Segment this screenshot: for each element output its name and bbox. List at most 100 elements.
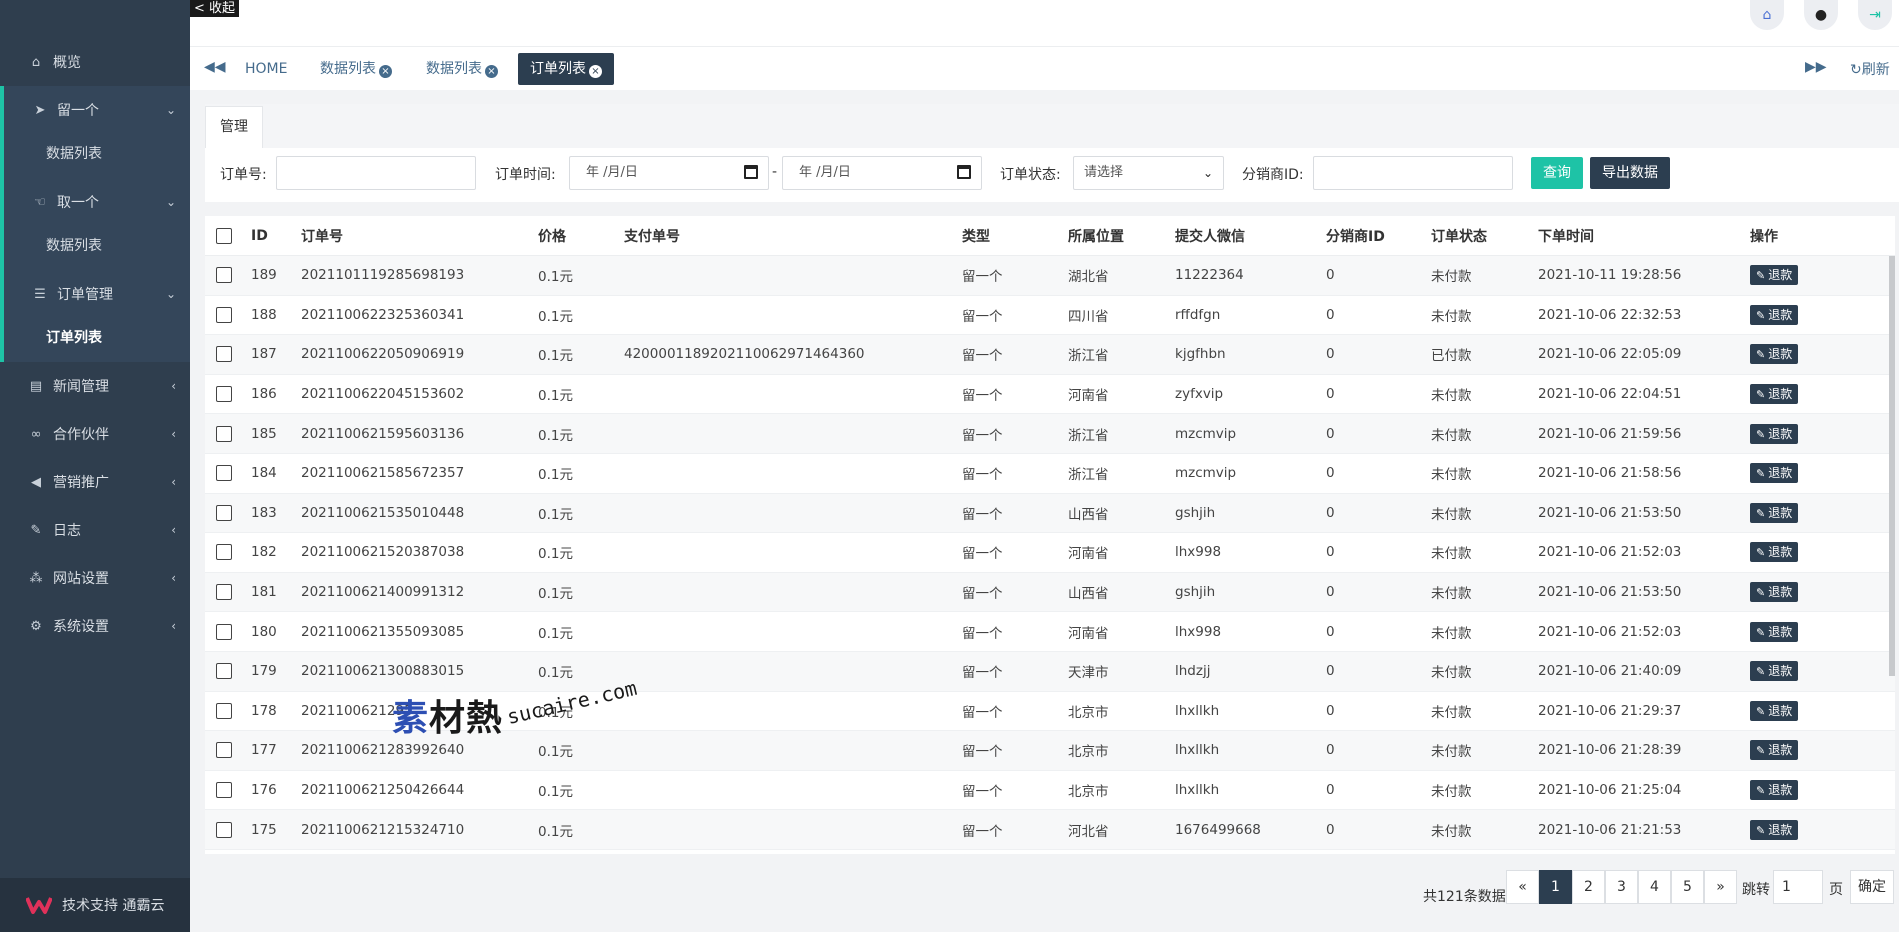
close-icon[interactable]: ×	[589, 65, 602, 78]
page-prev-button[interactable]: «	[1506, 870, 1539, 904]
refund-button[interactable]: ✎ 退款	[1750, 582, 1799, 603]
row-checkbox[interactable]	[216, 494, 232, 533]
col-pay-no[interactable]: 支付单号	[624, 216, 680, 255]
order-time-end-input[interactable]: 年 /月/日	[782, 156, 982, 190]
refund-button[interactable]: ✎ 退款	[1750, 344, 1799, 365]
sidebar-item-qu[interactable]: ☜ 取一个 ⌄	[0, 180, 190, 224]
sidebar-item-site-settings[interactable]: ⁂ 网站设置 ‹	[0, 556, 190, 600]
tabs-scroll-left-icon[interactable]: ◀◀	[204, 59, 226, 75]
sidebar-item-logs[interactable]: ✎ 日志 ‹	[0, 508, 190, 552]
export-data-button[interactable]: 导出数据	[1590, 157, 1670, 189]
distributor-id-input[interactable]	[1313, 156, 1513, 190]
col-id[interactable]: ID	[251, 216, 268, 255]
row-checkbox[interactable]	[216, 375, 232, 414]
refund-button[interactable]: ✎ 退款	[1750, 780, 1799, 801]
refund-button[interactable]: ✎ 退款	[1750, 700, 1799, 721]
vertical-scrollbar[interactable]	[1889, 256, 1895, 676]
page-unit-label: 页	[1829, 882, 1843, 898]
sidebar-item-news[interactable]: ▤ 新闻管理 ‹	[0, 364, 190, 408]
tab-home[interactable]: HOME	[233, 53, 299, 85]
row-checkbox[interactable]	[216, 454, 232, 493]
sidebar-sub-order-list[interactable]: 订单列表	[46, 327, 102, 347]
cell-order-no: 2021100621595603136	[301, 425, 465, 442]
order-status-select[interactable]: 请选择 ⌄	[1073, 156, 1224, 190]
row-checkbox[interactable]	[216, 771, 232, 810]
sidebar-item-partners[interactable]: ∞ 合作伙伴 ‹	[0, 412, 190, 456]
order-time-start-input[interactable]: 年 /月/日	[569, 156, 769, 190]
row-checkbox[interactable]	[216, 533, 232, 572]
row-checkbox[interactable]	[216, 810, 232, 849]
cell-id: 176	[251, 782, 277, 799]
close-icon[interactable]: ×	[379, 65, 392, 78]
tab-management[interactable]: 管理	[205, 106, 263, 148]
page-5-button[interactable]: 5	[1671, 870, 1704, 904]
row-checkbox[interactable]	[216, 612, 232, 651]
cell-type: 留一个	[962, 467, 1003, 484]
page-1-button[interactable]: 1	[1539, 870, 1572, 904]
refund-button[interactable]: ✎ 退款	[1750, 819, 1799, 840]
refund-button[interactable]: ✎ 退款	[1750, 384, 1799, 405]
page-next-button[interactable]: »	[1704, 870, 1737, 904]
row-checkbox[interactable]	[216, 296, 232, 335]
cell-order-no: 2021100621355093085	[301, 623, 465, 640]
collapse-sidebar-button[interactable]: < 收起	[190, 0, 240, 17]
calendar-icon[interactable]	[744, 165, 758, 179]
row-checkbox[interactable]	[216, 731, 232, 770]
edit-icon: ✎	[1756, 784, 1766, 798]
tabs-scroll-right-icon[interactable]: ▶▶	[1805, 59, 1827, 75]
cell-distributor: 0	[1326, 702, 1335, 719]
refund-button[interactable]: ✎ 退款	[1750, 542, 1799, 563]
jump-confirm-button[interactable]: 确定	[1850, 870, 1894, 904]
sidebar-item-system-settings[interactable]: ⚙ 系统设置 ‹	[0, 604, 190, 648]
col-type[interactable]: 类型	[962, 216, 990, 255]
sidebar-sub-liu-list[interactable]: 数据列表	[46, 143, 102, 163]
row-checkbox[interactable]	[216, 256, 232, 295]
row-checkbox[interactable]	[216, 335, 232, 374]
sidebar-item-orders[interactable]: ☰ 订单管理 ⌄	[0, 272, 190, 316]
row-checkbox[interactable]	[216, 692, 232, 731]
refresh-button[interactable]: ↻刷新	[1850, 59, 1890, 79]
sidebar-item-overview[interactable]: ⌂ 概览	[0, 40, 190, 84]
top-header	[190, 0, 1899, 46]
cell-type: 留一个	[962, 348, 1003, 365]
col-location[interactable]: 所属位置	[1068, 216, 1124, 255]
query-button[interactable]: 查询	[1531, 157, 1583, 189]
cell-status: 未付款	[1431, 308, 1472, 325]
refund-button[interactable]: ✎ 退款	[1750, 740, 1799, 761]
col-wechat[interactable]: 提交人微信	[1175, 216, 1245, 255]
close-icon[interactable]: ×	[485, 65, 498, 78]
cell-id: 175	[251, 821, 277, 838]
tab-data-list-1[interactable]: 数据列表 ×	[308, 53, 404, 85]
page-3-button[interactable]: 3	[1605, 870, 1638, 904]
cell-time: 2021-10-06 21:29:37	[1538, 702, 1682, 719]
col-distributor[interactable]: 分销商ID	[1326, 216, 1385, 255]
row-checkbox[interactable]	[216, 652, 232, 691]
col-time[interactable]: 下单时间	[1538, 216, 1594, 255]
page-2-button[interactable]: 2	[1572, 870, 1605, 904]
sidebar-item-liu[interactable]: ➤ 留一个 ⌄	[0, 88, 190, 132]
sidebar-sub-qu-list[interactable]: 数据列表	[46, 235, 102, 255]
row-checkbox[interactable]	[216, 573, 232, 612]
row-checkbox[interactable]	[216, 414, 232, 453]
page-4-button[interactable]: 4	[1638, 870, 1671, 904]
cell-location: 河南省	[1068, 388, 1109, 405]
col-status[interactable]: 订单状态	[1431, 216, 1487, 255]
refund-button[interactable]: ✎ 退款	[1750, 621, 1799, 642]
tab-data-list-2[interactable]: 数据列表 ×	[414, 53, 510, 85]
sidebar-item-marketing[interactable]: ◀ 营销推广 ‹	[0, 460, 190, 504]
calendar-icon[interactable]	[957, 165, 971, 179]
order-no-input[interactable]	[276, 156, 476, 190]
jump-page-input[interactable]: 1	[1773, 870, 1823, 904]
cell-distributor: 0	[1326, 425, 1335, 442]
tab-order-list[interactable]: 订单列表 ×	[518, 53, 614, 85]
refund-button[interactable]: ✎ 退款	[1750, 502, 1799, 523]
row-action: ✎ 退款	[1750, 335, 1799, 374]
col-price[interactable]: 价格	[538, 216, 566, 255]
refund-button[interactable]: ✎ 退款	[1750, 463, 1799, 484]
refund-button[interactable]: ✎ 退款	[1750, 423, 1799, 444]
refund-button[interactable]: ✎ 退款	[1750, 304, 1799, 325]
refund-button[interactable]: ✎ 退款	[1750, 265, 1799, 286]
col-order-no[interactable]: 订单号	[301, 216, 343, 255]
refund-button[interactable]: ✎ 退款	[1750, 661, 1799, 682]
select-all-checkbox[interactable]	[216, 216, 232, 255]
